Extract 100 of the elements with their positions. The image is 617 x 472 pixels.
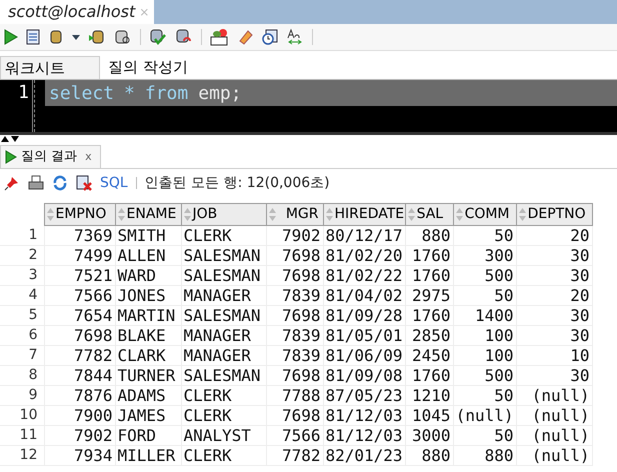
table-cell: BLAKE (115, 326, 181, 346)
sql-link[interactable]: SQL (100, 172, 128, 194)
splitter-arrows-icon[interactable] (1, 136, 21, 142)
sort-icon (456, 208, 463, 221)
table-cell: 81/05/01 (323, 326, 406, 346)
column-header[interactable]: JOB (182, 204, 266, 225)
row-number: 7 (0, 346, 44, 366)
pin-icon[interactable] (4, 175, 20, 191)
table-cell: JONES (115, 286, 181, 306)
table-cell: SALESMAN (181, 366, 266, 386)
sort-icon (118, 208, 124, 221)
table-cell: 1210 (405, 386, 454, 406)
sort-icon (268, 208, 276, 221)
line-number: 1 (18, 81, 29, 105)
run-icon (5, 150, 17, 164)
table-cell: 7566 (266, 426, 323, 446)
table-cell: 7902 (44, 426, 115, 446)
refresh-icon[interactable] (52, 175, 68, 191)
table-cell: 7839 (266, 286, 323, 306)
table-cell: 7788 (266, 386, 323, 406)
sort-icon (184, 208, 190, 221)
table-cell: 7900 (44, 406, 115, 426)
table-cell: 500 (453, 366, 516, 386)
font-case-icon[interactable] (286, 28, 304, 46)
table-cell: 81/02/20 (323, 246, 406, 266)
delete-document-icon[interactable] (76, 175, 92, 191)
table-cell: CLERK (181, 446, 266, 466)
table-cell: 7844 (44, 366, 115, 386)
table-cell: 1400 (453, 306, 516, 326)
row-number: 1 (0, 226, 44, 246)
document-icon[interactable] (26, 29, 40, 45)
table-cell: 7782 (44, 346, 115, 366)
close-icon[interactable]: x (85, 148, 92, 166)
table-cell: CLERK (181, 226, 266, 246)
row-number: 5 (0, 306, 44, 326)
table-cell: 100 (453, 326, 516, 346)
table-cell: 50 (453, 386, 516, 406)
table-cell: MARTIN (115, 306, 181, 326)
table-cell: 7698 (266, 246, 323, 266)
worksheet-tab[interactable]: 워크시트 (0, 56, 100, 79)
row-number: 4 (0, 286, 44, 306)
table-cell: WARD (115, 266, 181, 286)
editor-tab[interactable]: scott@localhost × (0, 0, 154, 24)
database-undo-icon[interactable] (175, 29, 193, 45)
table-cell: 7698 (266, 266, 323, 286)
column-header[interactable]: DEPTNO (516, 204, 592, 225)
run-icon[interactable] (4, 29, 18, 45)
table-cell: 7698 (266, 406, 323, 426)
table-cell: 81/09/08 (323, 366, 406, 386)
table-cell: 7521 (44, 266, 115, 286)
column-header[interactable]: HIREDATE (324, 204, 405, 225)
tab-label: 질의 결과 (21, 148, 78, 166)
column-header[interactable]: ENAME (116, 204, 180, 225)
table-cell: 82/01/23 (323, 446, 406, 466)
table-cell: (null) (516, 446, 592, 466)
table-cell: 81/09/28 (323, 306, 406, 326)
printer-icon[interactable] (28, 175, 44, 191)
column-header[interactable]: SAL (406, 204, 453, 225)
results-tab[interactable]: 질의 결과 x (0, 145, 101, 168)
table-cell: SALESMAN (181, 246, 266, 266)
table-cell: 30 (516, 246, 592, 266)
table-cell: 2975 (405, 286, 454, 306)
table-cell: 300 (453, 246, 516, 266)
table-cell: 7499 (44, 246, 115, 266)
table-cell: 7698 (266, 366, 323, 386)
table-cell: ADAMS (115, 386, 181, 406)
column-header[interactable]: MGR (266, 204, 322, 225)
table-cell: 81/12/03 (323, 406, 406, 426)
caret-icon[interactable] (72, 34, 80, 40)
status-text: 인출된 모든 행: 12(0,006초) (144, 174, 330, 192)
table-cell: 1045 (405, 406, 454, 426)
table-cell: 50 (453, 286, 516, 306)
row-number: 10 (0, 406, 44, 426)
table-cell: JAMES (115, 406, 181, 426)
table-cell: CLERK (181, 386, 266, 406)
column-header[interactable]: COMM (454, 204, 516, 225)
table-cell: 50 (453, 226, 516, 246)
table-cell: MANAGER (181, 286, 266, 306)
table-cell: 500 (453, 266, 516, 286)
table-cell: 30 (516, 366, 592, 386)
eraser-icon[interactable] (238, 29, 254, 45)
table-cell: 880 (453, 446, 516, 466)
table-cell: 7566 (44, 286, 115, 306)
table-cell: (null) (516, 406, 592, 426)
table-cell: 2850 (405, 326, 454, 346)
table-cell: 7839 (266, 346, 323, 366)
clock-icon[interactable] (262, 29, 278, 45)
table-cell: 100 (453, 346, 516, 366)
row-number: 6 (0, 326, 44, 346)
table-cell: CLERK (181, 406, 266, 426)
column-header[interactable]: EMPNO (44, 204, 114, 225)
sort-icon (326, 208, 332, 221)
table-cell: 880 (405, 446, 454, 466)
table-cell: TURNER (115, 366, 181, 386)
database-check-icon[interactable] (149, 29, 167, 45)
table-cell: 50 (453, 426, 516, 446)
table-cell: 81/04/02 (323, 286, 406, 306)
table-cell: (null) (516, 386, 592, 406)
table-cell: 87/05/23 (323, 386, 406, 406)
table-cell: 7698 (44, 326, 115, 346)
